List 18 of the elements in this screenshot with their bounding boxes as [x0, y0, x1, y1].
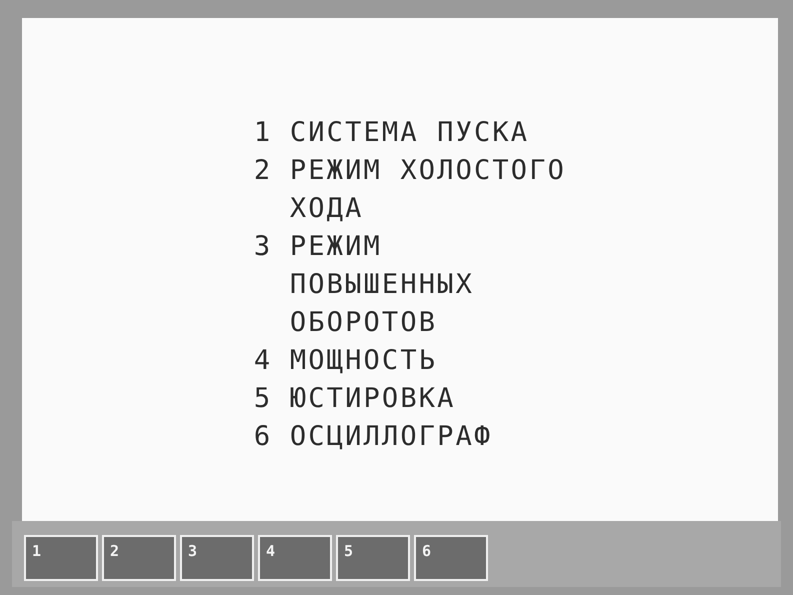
menu-number: 6 — [254, 420, 274, 454]
softkey-button[interactable]: 4 — [258, 535, 332, 581]
menu-number: 5 — [254, 382, 274, 416]
menu-item[interactable]: РЕЖИМ ПОВЫШЕННЫХ ОБОРОТОВ — [290, 228, 566, 342]
softkey-button[interactable]: 2 — [102, 535, 176, 581]
menu-number: 4 — [254, 344, 274, 378]
menu-number: 1 — [254, 116, 274, 150]
menu-item[interactable]: МОЩНОСТЬ — [290, 342, 566, 380]
menu-number: 2 — [254, 154, 274, 188]
softkey-button[interactable]: 1 — [24, 535, 98, 581]
menu-number: 3 — [254, 230, 274, 264]
menu-item[interactable]: ОСЦИЛЛОГРАФ — [290, 418, 566, 456]
softkey-button[interactable]: 5 — [336, 535, 410, 581]
softkey-button[interactable]: 3 — [180, 535, 254, 581]
menu-item[interactable]: СИСТЕМА ПУСКА — [290, 114, 566, 152]
menu-item[interactable]: ЮСТИРОВКА — [290, 380, 566, 418]
softkey-button[interactable]: 6 — [414, 535, 488, 581]
menu-item[interactable]: РЕЖИМ ХОЛОСТОГО ХОДА — [290, 152, 566, 228]
